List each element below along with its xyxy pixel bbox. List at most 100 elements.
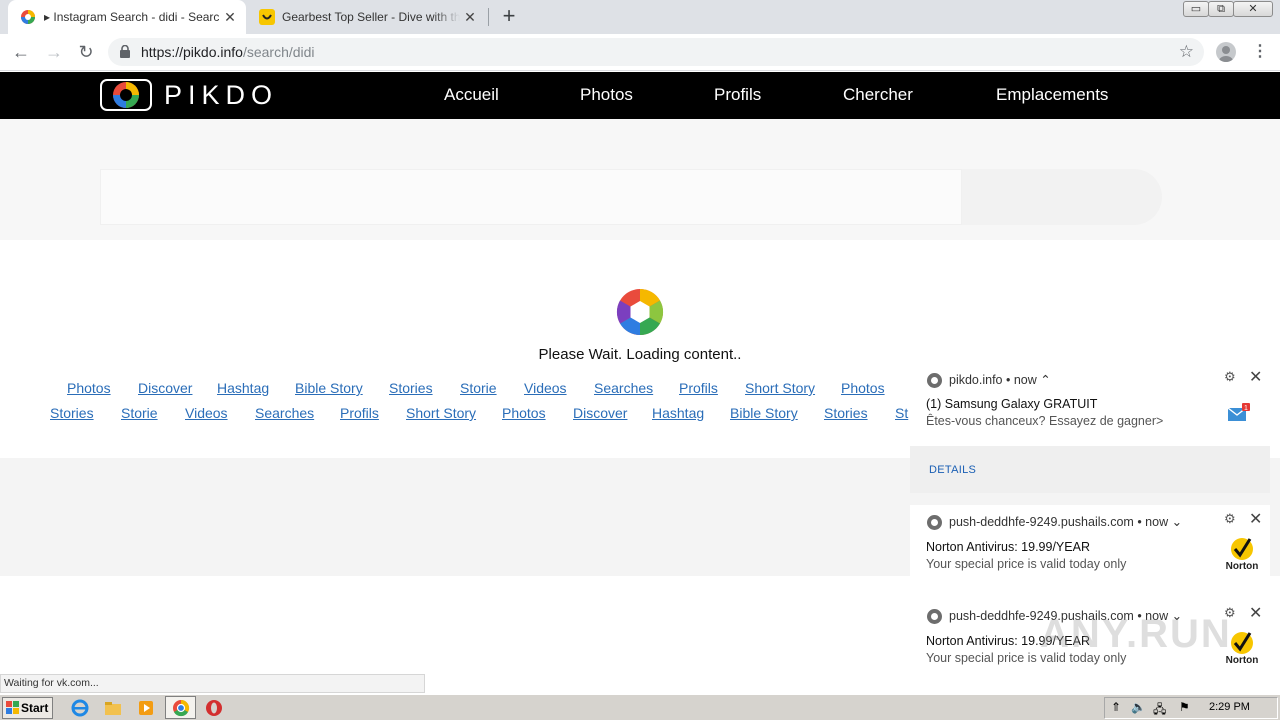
browser-toolbar: ← → ↻ https://pikdo.info/search/didi ☆ (0, 34, 1280, 71)
forward-button[interactable]: → (42, 40, 66, 64)
volume-icon[interactable]: 🔈 (1131, 700, 1146, 714)
clock[interactable]: 2:29 PM (1209, 701, 1250, 713)
notification-norton-1[interactable]: push-deddhfe-9249.pushails.com • now ⌄ ⚙… (910, 505, 1270, 583)
quick-link[interactable]: Profils (340, 405, 379, 421)
url-text: https://pikdo.info/search/didi (141, 44, 315, 60)
norton-logo: Norton (1223, 536, 1261, 572)
search-input-faded (100, 169, 962, 225)
nav-profils[interactable]: Profils (714, 85, 761, 105)
nav-photos[interactable]: Photos (580, 85, 633, 105)
quick-link[interactable]: Storie (121, 405, 158, 421)
profile-avatar[interactable] (1216, 42, 1236, 62)
tab-close-icon[interactable]: ✕ (462, 9, 478, 25)
tab-instagram-search[interactable]: ▸ Instagram Search - didi - Search Insta… (8, 0, 246, 34)
notification-close-icon[interactable]: ✕ (1249, 603, 1262, 623)
restore-button[interactable]: ⧉ (1208, 1, 1234, 17)
notification-settings-icon[interactable]: ⚙ (1224, 511, 1236, 527)
quick-link[interactable]: Short Story (745, 380, 815, 396)
norton-check-icon (1231, 632, 1253, 654)
reload-button[interactable]: ↻ (74, 40, 98, 64)
details-button[interactable]: DETAILS (929, 464, 976, 476)
pikdo-logo[interactable] (100, 79, 152, 111)
system-tray: ⇑ 🔈 🖧 ⚑ 2:29 PM (1104, 697, 1278, 719)
notification-actions: DETAILS (910, 446, 1270, 493)
site-header: PIKDO Accueil Photos Profils Chercher Em… (0, 72, 1280, 119)
minimize-button[interactable]: ▭ (1183, 1, 1209, 17)
search-button-faded (962, 169, 1162, 225)
anyrun-watermark: ANY.RUN (1040, 612, 1232, 656)
notification-close-icon[interactable]: ✕ (1249, 367, 1262, 387)
quick-link[interactable]: Hashtag (217, 380, 269, 396)
avatar-icon (1219, 46, 1233, 62)
link-row-2: Stories Storie Videos Searches Profils Short … (0, 405, 910, 425)
quick-link[interactable]: Searches (255, 405, 314, 421)
quick-link[interactable]: Photos (841, 380, 885, 396)
nav-accueil[interactable]: Accueil (444, 85, 499, 105)
media-player-icon[interactable] (136, 698, 156, 718)
lock-icon (120, 45, 130, 58)
quick-link[interactable]: Stories (50, 405, 94, 421)
quick-link[interactable]: Bible Story (730, 405, 798, 421)
back-button[interactable]: ← (9, 40, 33, 64)
quick-link[interactable]: Videos (185, 405, 228, 421)
tab-gearbest[interactable]: Gearbest Top Seller - Dive with the Gear… (248, 0, 486, 34)
tab-title: Gearbest Top Seller - Dive with the Gear… (282, 10, 460, 24)
window-close-button[interactable]: ✕ (1233, 1, 1273, 17)
quick-link[interactable]: Stories (824, 405, 868, 421)
start-button[interactable]: Start (2, 697, 53, 719)
notification-body: Êtes-vous chanceux? Essayez de gagner> (926, 414, 1164, 428)
tab-close-icon[interactable]: ✕ (222, 9, 238, 25)
opera-icon[interactable] (204, 698, 224, 718)
tray-expand-icon[interactable]: ⇑ (1111, 700, 1121, 714)
quick-link[interactable]: Storie (460, 380, 497, 396)
quick-link[interactable]: Profils (679, 380, 718, 396)
tab-title: ▸ Instagram Search - didi - Search Insta… (44, 10, 220, 24)
notification-body: Your special price is valid today only (926, 557, 1127, 571)
notification-title: Norton Antivirus: 19.99/YEAR (926, 540, 1090, 554)
file-explorer-icon[interactable] (103, 698, 123, 718)
site-logo-text[interactable]: PIKDO (164, 80, 278, 111)
norton-label: Norton (1225, 561, 1259, 572)
chrome-taskbar-button[interactable] (165, 696, 196, 719)
bookmark-star-icon[interactable]: ☆ (1179, 42, 1194, 62)
quick-link[interactable]: Hashtag (652, 405, 704, 421)
action-center-flag-icon[interactable]: ⚑ (1179, 700, 1190, 714)
quick-link[interactable]: Photos (502, 405, 546, 421)
shutter-logo-icon (113, 82, 139, 108)
notification-samsung[interactable]: pikdo.info • now ⌃ ⚙ ✕ (1) Samsung Galax… (910, 363, 1270, 446)
link-row-1: Photos Discover Hashtag Bible Story Stories S… (0, 380, 910, 400)
quick-link[interactable]: Videos (524, 380, 567, 396)
nav-emplacements[interactable]: Emplacements (996, 85, 1108, 105)
quick-link[interactable]: Bible Story (295, 380, 363, 396)
notification-close-icon[interactable]: ✕ (1249, 509, 1262, 529)
loading-spinner-icon (616, 288, 664, 336)
new-tab-button[interactable]: + (498, 5, 520, 28)
address-bar[interactable]: https://pikdo.info/search/didi ☆ (108, 38, 1204, 66)
notification-source: push-deddhfe-9249.pushails.com • now ⌄ (949, 515, 1183, 529)
tab-separator (488, 8, 489, 26)
network-icon[interactable]: 🖧 (1153, 700, 1166, 721)
quick-link[interactable]: Discover (573, 405, 627, 421)
nav-chercher[interactable]: Chercher (843, 85, 913, 105)
chrome-notification-icon (927, 609, 942, 624)
url-path: /search/didi (242, 44, 315, 60)
chrome-notification-icon (927, 373, 942, 388)
quick-link[interactable]: Discover (138, 380, 192, 396)
quick-link[interactable]: St (895, 405, 908, 421)
mail-badge-count: 1 (1244, 405, 1248, 412)
notification-settings-icon[interactable]: ⚙ (1224, 369, 1236, 385)
status-bubble: Waiting for vk.com... (0, 674, 425, 693)
quick-link[interactable]: Photos (67, 380, 111, 396)
quick-link[interactable]: Searches (594, 380, 653, 396)
url-host: https://pikdo.info (141, 44, 243, 60)
start-label: Start (21, 701, 49, 715)
notification-title: (1) Samsung Galaxy GRATUIT (926, 397, 1098, 411)
mail-icon: 1 (1227, 403, 1250, 421)
norton-check-icon (1231, 538, 1253, 560)
pikdo-favicon-icon (21, 10, 35, 24)
internet-explorer-icon[interactable] (70, 698, 90, 718)
browser-menu-icon[interactable]: ⋮ (1252, 43, 1268, 61)
windows-logo-icon (6, 701, 19, 714)
quick-link[interactable]: Stories (389, 380, 433, 396)
quick-link[interactable]: Short Story (406, 405, 476, 421)
